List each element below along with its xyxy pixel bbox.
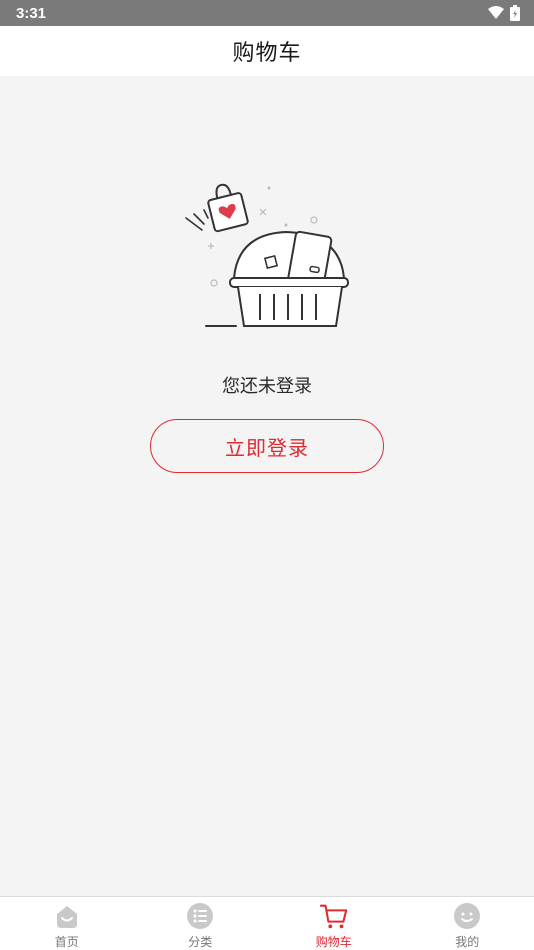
tab-category-label: 分类	[188, 935, 213, 949]
bottom-tab-bar: 首页 分类 购物车 我的	[0, 896, 534, 950]
tab-profile-label: 我的	[455, 935, 480, 949]
login-button[interactable]: 立即登录	[150, 419, 384, 473]
wifi-icon	[488, 6, 504, 19]
not-logged-in-message: 您还未登录	[222, 376, 312, 397]
status-bar: 3:31	[0, 0, 534, 26]
empty-basket-illustration	[185, 183, 349, 327]
header: 购物车	[0, 26, 534, 76]
status-time: 3:31	[16, 4, 47, 22]
tab-cart-label: 购物车	[315, 935, 352, 949]
cart-content: 您还未登录 立即登录	[0, 76, 534, 896]
tab-cart[interactable]: 购物车	[267, 897, 401, 950]
category-icon	[185, 901, 215, 931]
tab-profile[interactable]: 我的	[401, 897, 534, 950]
tab-home-label: 首页	[54, 935, 79, 949]
tab-category[interactable]: 分类	[134, 897, 268, 950]
battery-icon	[510, 5, 520, 21]
tab-home[interactable]: 首页	[0, 897, 134, 950]
cart-icon	[319, 901, 349, 931]
home-icon	[52, 901, 82, 931]
page-title: 购物车	[232, 41, 302, 66]
status-icons	[488, 5, 520, 21]
profile-icon	[452, 901, 482, 931]
